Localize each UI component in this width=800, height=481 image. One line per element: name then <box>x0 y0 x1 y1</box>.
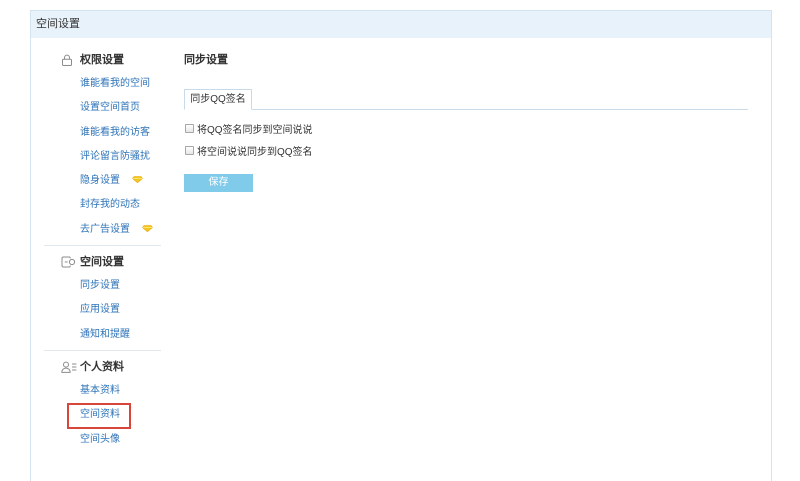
panel-title: 空间设置 <box>31 11 771 38</box>
sidebar-item-space-avatar[interactable]: 空间头像 <box>44 428 161 452</box>
sidebar-item-who-can-view-my-space[interactable]: 谁能看我的空间 <box>44 72 161 96</box>
save-button[interactable]: 保存 <box>184 174 253 192</box>
profile-icon <box>61 361 77 373</box>
tab-sync-qq-signature[interactable]: 同步QQ签名 <box>184 89 252 110</box>
sync-shuoshuo-checkbox[interactable] <box>185 145 194 155</box>
sidebar-item-label: 谁能看我的空间 <box>80 78 150 89</box>
sidebar-item-set-space-homepage[interactable]: 设置空间首页 <box>44 96 161 120</box>
option-sync-qq-signature-to-shuoshuo[interactable]: 将QQ签名同步到空间说说 <box>184 122 313 136</box>
sidebar: 权限设置 谁能看我的空间 设置空间首页 谁能看我的访客 评论留言防骚扰 隐身设置 <box>44 48 161 455</box>
sidebar-item-app-settings[interactable]: 应用设置 <box>44 298 161 322</box>
sidebar-item-label: 通知和提醒 <box>80 328 130 340</box>
sidebar-item-label: 去广告设置 <box>80 223 130 235</box>
sidebar-item-label: 隐身设置 <box>80 175 120 187</box>
option-label: 将QQ签名同步到空间说说 <box>197 124 313 136</box>
sidebar-item-invisible-settings[interactable]: 隐身设置 <box>44 169 161 193</box>
sidebar-item-label: 谁能看我的访客 <box>80 126 150 138</box>
sidebar-item-label: 空间资料 <box>80 409 120 421</box>
vip-diamond-icon <box>131 176 143 184</box>
sidebar-item-label: 同步设置 <box>80 280 120 292</box>
tab-bar: 同步QQ签名 <box>184 89 748 110</box>
settings-panel: 空间设置 权限设置 谁能看我的空间 设置空间首页 谁能看我的访客 评论留言防骚扰… <box>30 10 772 481</box>
space-settings-icon <box>61 256 77 268</box>
sidebar-item-label: 评论留言防骚扰 <box>80 150 150 162</box>
sidebar-item-notifications-reminders[interactable]: 通知和提醒 <box>44 323 161 347</box>
sidebar-item-label: 设置空间首页 <box>80 102 140 114</box>
space-settings-section-heading: 空间设置 <box>44 250 161 274</box>
sidebar-item-sync-settings[interactable]: 同步设置 <box>44 274 161 298</box>
option-label: 将空间说说同步到QQ签名 <box>197 146 313 158</box>
vip-diamond-icon <box>141 224 153 232</box>
sidebar-item-label: 空间头像 <box>80 433 120 445</box>
sidebar-item-basic-profile[interactable]: 基本资料 <box>44 379 161 403</box>
profile-section-heading: 个人资料 <box>44 355 161 379</box>
page-title: 同步设置 <box>184 54 228 66</box>
sync-qq-signature-checkbox[interactable] <box>185 123 194 133</box>
sidebar-item-who-can-view-my-visitors[interactable]: 谁能看我的访客 <box>44 121 161 145</box>
space-settings-section: 空间设置 同步设置 应用设置 通知和提醒 <box>44 250 161 351</box>
section-title: 空间设置 <box>80 256 124 269</box>
sidebar-item-archive-my-feeds[interactable]: 封存我的动态 <box>44 193 161 217</box>
sidebar-item-label: 基本资料 <box>80 384 120 396</box>
lock-icon <box>61 54 77 66</box>
profile-section: 个人资料 基本资料 空间资料 空间头像 <box>44 355 161 455</box>
sidebar-item-ad-removal-settings[interactable]: 去广告设置 <box>44 218 161 242</box>
sidebar-item-comment-anti-harassment[interactable]: 评论留言防骚扰 <box>44 145 161 169</box>
section-title: 个人资料 <box>80 360 124 373</box>
sidebar-item-label: 应用设置 <box>80 304 120 316</box>
sidebar-item-space-profile[interactable]: 空间资料 <box>44 402 161 429</box>
sidebar-item-label: 封存我的动态 <box>80 199 140 211</box>
permissions-section-heading: 权限设置 <box>44 48 161 72</box>
section-title: 权限设置 <box>80 54 124 66</box>
permissions-section: 权限设置 谁能看我的空间 设置空间首页 谁能看我的访客 评论留言防骚扰 隐身设置 <box>44 48 161 247</box>
option-sync-shuoshuo-to-qq-signature[interactable]: 将空间说说同步到QQ签名 <box>184 144 313 158</box>
